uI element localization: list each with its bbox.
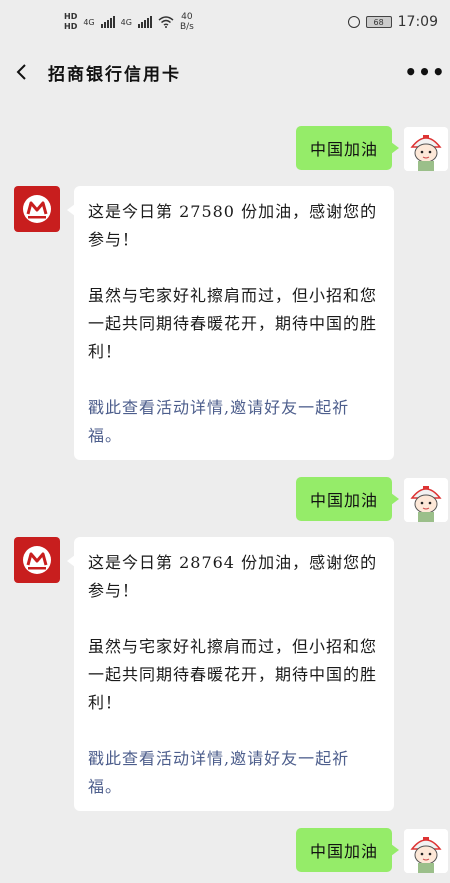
more-button[interactable]: ••• <box>400 44 450 100</box>
status-left: HD HD 4G 4G 40 B/s <box>64 12 194 32</box>
outgoing-text: 中国加油 <box>310 491 379 510</box>
more-icon: ••• <box>404 60 446 84</box>
user-avatar-image <box>404 478 448 522</box>
network-label-2: 4G <box>120 17 132 27</box>
alarm-icon <box>347 16 360 28</box>
activity-link[interactable]: 戳此查看活动详情,邀请好友一起祈福。 <box>88 745 380 801</box>
message-outgoing: 中国加油 <box>296 126 393 170</box>
back-button[interactable] <box>0 44 44 100</box>
speed-unit: B/s <box>179 22 194 32</box>
bank-avatar[interactable] <box>14 186 60 232</box>
page-title: 招商银行信用卡 <box>48 64 181 85</box>
hd-label-2: HD <box>64 22 78 31</box>
thanks-text: 这是今日第 27580 份加油，感谢您的参与！ <box>88 202 378 249</box>
signal-icon-2 <box>137 16 152 28</box>
user-avatar-image <box>404 829 448 873</box>
wifi-icon <box>158 16 174 28</box>
user-avatar-image <box>404 127 448 171</box>
bank-avatar[interactable] <box>14 537 60 583</box>
bank-logo-icon <box>23 195 51 223</box>
status-time: 17:09 <box>397 14 438 30</box>
hd-label-1: HD <box>64 12 78 21</box>
outgoing-bubble[interactable]: 中国加油 <box>296 828 393 872</box>
outgoing-text: 中国加油 <box>310 842 379 861</box>
incoming-bubble[interactable]: 这是今日第 28764 份加油，感谢您的参与！ 虽然与宅家好礼擦肩而过，但小招和… <box>67 537 394 811</box>
hd-indicator: HD HD <box>64 12 77 32</box>
speed-value: 40 <box>181 12 193 22</box>
activity-link[interactable]: 戳此查看活动详情,邀请好友一起祈福。 <box>88 394 380 450</box>
user-avatar[interactable] <box>404 478 448 522</box>
incoming-bubble[interactable]: 这是今日第 27580 份加油，感谢您的参与！ 虽然与宅家好礼擦肩而过，但小招和… <box>67 186 394 460</box>
signal-icon <box>100 16 115 28</box>
message-body: 虽然与宅家好礼擦肩而过，但小招和您一起共同期待春暖花开，期待中国的胜利！ <box>88 637 378 712</box>
network-label-1: 4G <box>83 17 95 27</box>
battery-level: 68 <box>373 17 384 27</box>
battery-icon: 68 <box>365 16 392 28</box>
outgoing-bubble[interactable]: 中国加油 <box>296 126 393 170</box>
status-right: 68 17:09 <box>347 14 438 30</box>
message-outgoing: 中国加油 <box>296 828 393 872</box>
user-avatar[interactable] <box>404 127 448 171</box>
bank-logo-icon <box>23 546 51 574</box>
message-outgoing: 中国加油 <box>296 477 393 521</box>
network-speed: 40 B/s <box>180 12 194 32</box>
outgoing-bubble[interactable]: 中国加油 <box>296 477 393 521</box>
status-bar: HD HD 4G 4G 40 B/s 68 17:09 <box>0 0 450 44</box>
user-avatar[interactable] <box>404 829 448 873</box>
back-icon <box>16 64 26 80</box>
thanks-text: 这是今日第 28764 份加油，感谢您的参与！ <box>88 553 378 600</box>
message-body: 虽然与宅家好礼擦肩而过，但小招和您一起共同期待春暖花开，期待中国的胜利！ <box>88 286 378 361</box>
title-bar: 招商银行信用卡 ••• <box>0 44 450 100</box>
outgoing-text: 中国加油 <box>310 140 379 159</box>
